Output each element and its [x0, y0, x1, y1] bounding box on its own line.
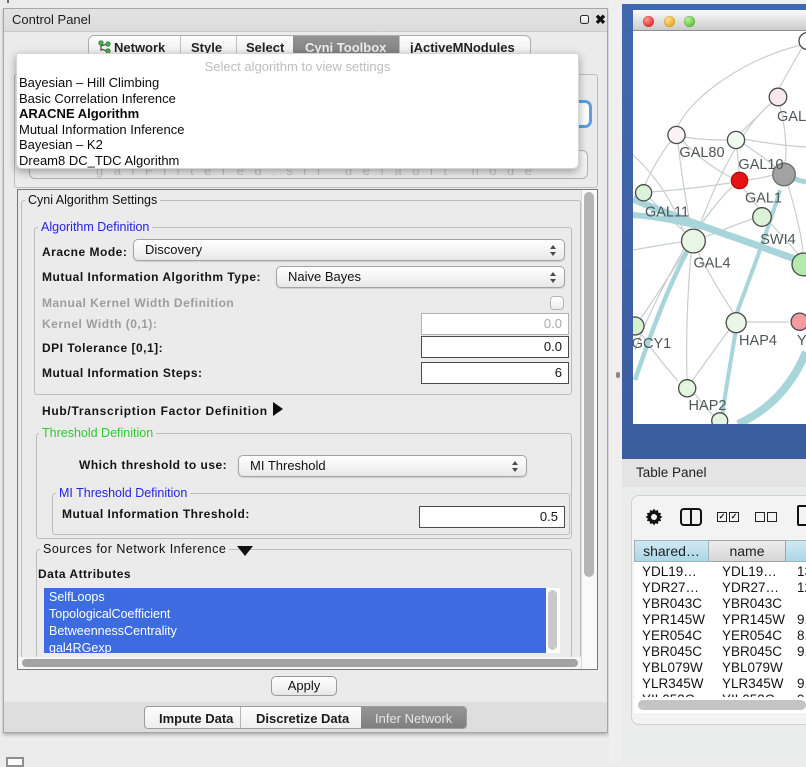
svg-text:GAL2: GAL2 [777, 109, 806, 125]
svg-text:GAL4: GAL4 [693, 256, 730, 272]
svg-text:SWI4: SWI4 [760, 232, 795, 248]
svg-text:Y: Y [797, 333, 806, 349]
svg-text:GAL80: GAL80 [679, 145, 724, 161]
svg-text:GAL10: GAL10 [738, 157, 783, 173]
svg-text:GAL11: GAL11 [645, 205, 689, 221]
svg-text:GAL1: GAL1 [745, 191, 782, 207]
svg-text:GCY1: GCY1 [633, 336, 671, 352]
svg-text:HAP2: HAP2 [689, 398, 727, 414]
svg-text:HAP4: HAP4 [739, 333, 777, 349]
